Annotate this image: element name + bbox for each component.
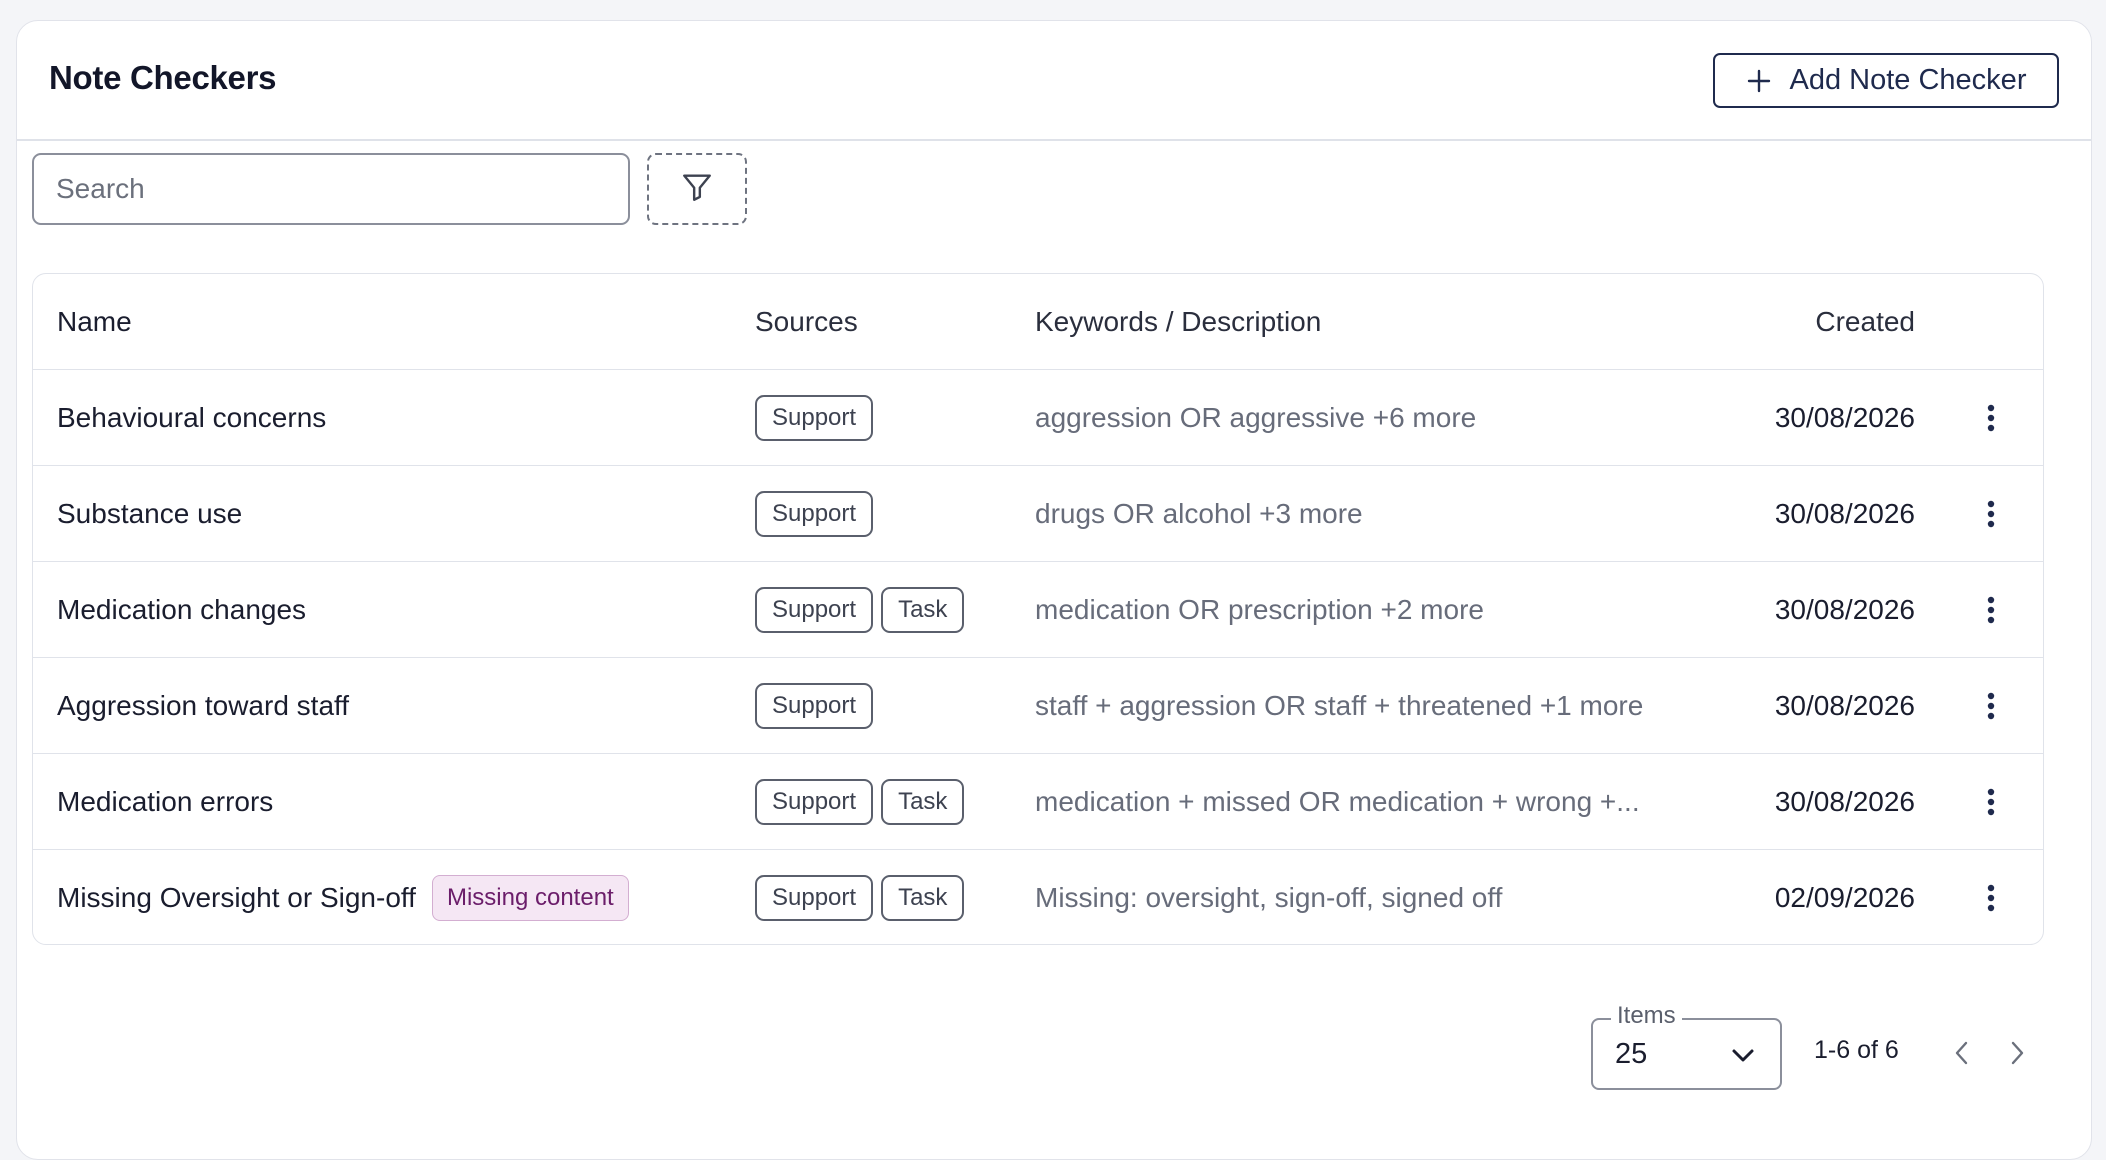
chevron-down-icon [1728, 1040, 1758, 1075]
row-menu-button[interactable] [1971, 562, 2011, 657]
table-row[interactable]: Medication changes Support Task medicati… [33, 562, 2043, 658]
source-chip: Support [755, 778, 874, 825]
row-created-date: 30/08/2026 [1774, 401, 1915, 433]
column-header-sources[interactable]: Sources [755, 274, 858, 369]
row-name: Medication errors [57, 754, 273, 849]
source-chip: Task [881, 875, 965, 921]
items-per-page-select[interactable]: Items 25 [1591, 1002, 1782, 1090]
row-created-date: 02/09/2026 [1774, 882, 1915, 913]
row-name: Missing Oversight or Sign-off Missing co… [57, 850, 629, 944]
search-input[interactable] [32, 153, 630, 225]
row-sources: Support Task [755, 754, 965, 849]
column-header-created[interactable]: Created [1815, 274, 1915, 369]
row-menu-button[interactable] [1971, 754, 2011, 849]
table-row[interactable]: Behavioural concerns Support aggression … [33, 370, 2043, 466]
row-created-date: 30/08/2026 [1774, 497, 1915, 529]
table-row[interactable]: Medication errors Support Task medicatio… [33, 754, 2043, 850]
source-chip: Support [755, 394, 874, 441]
row-menu-button[interactable] [1971, 658, 2011, 753]
row-created-date: 30/08/2026 [1774, 785, 1915, 817]
row-created-date: 30/08/2026 [1774, 689, 1915, 721]
chevron-left-icon [1955, 1041, 1968, 1065]
row-name-text: Medication errors [57, 785, 274, 817]
row-name: Medication changes [57, 562, 306, 657]
row-sources: Support [755, 658, 874, 753]
row-sources: Support [755, 466, 874, 561]
kebab-menu-icon [1987, 596, 1995, 623]
row-created-date: 30/08/2026 [1774, 593, 1915, 625]
row-sources: Support [755, 370, 874, 465]
page-title: Note Checkers [49, 59, 277, 96]
note-checkers-table: Name Sources Keywords / Description Crea… [32, 273, 2044, 945]
column-header-name[interactable]: Name [57, 274, 132, 369]
filter-icon [680, 170, 714, 209]
column-header-keywords[interactable]: Keywords / Description [1035, 274, 1321, 369]
row-keywords: medication + missed OR medication + wron… [1035, 785, 1640, 817]
items-per-page-label: Items [1611, 1002, 1682, 1030]
add-note-checker-label: Add Note Checker [1789, 64, 2027, 96]
row-name-text: Aggression toward staff [57, 689, 350, 721]
chevron-right-icon [2011, 1041, 2024, 1065]
row-keywords: drugs OR alcohol +3 more [1035, 497, 1363, 529]
row-sources: Support Task [755, 562, 965, 657]
filter-button[interactable] [647, 153, 747, 225]
source-chip: Task [881, 586, 965, 633]
row-name-text: Substance use [57, 497, 243, 529]
row-keywords: staff + aggression OR staff + threatened… [1035, 689, 1644, 721]
row-name-text: Behavioural concerns [57, 401, 327, 433]
kebab-menu-icon [1987, 500, 1995, 527]
next-page-button[interactable] [2003, 1036, 2031, 1070]
kebab-menu-icon [1987, 404, 1995, 431]
source-chip: Support [755, 586, 874, 633]
table-header-row: Name Sources Keywords / Description Crea… [33, 274, 2043, 370]
missing-content-badge: Missing content [431, 875, 629, 921]
kebab-menu-icon [1987, 692, 1995, 719]
table-row[interactable]: Missing Oversight or Sign-off Missing co… [33, 850, 2043, 944]
row-name: Behavioural concerns [57, 370, 326, 465]
plus-icon [1746, 68, 1772, 94]
previous-page-button[interactable] [1948, 1036, 1976, 1070]
kebab-menu-icon [1987, 884, 1995, 912]
add-note-checker-button[interactable]: Add Note Checker [1713, 53, 2059, 108]
row-menu-button[interactable] [1971, 850, 2011, 944]
row-name-text: Missing Oversight or Sign-off [57, 882, 416, 913]
source-chip: Support [755, 875, 874, 921]
items-per-page-value: 25 [1615, 1038, 1648, 1070]
row-name: Substance use [57, 466, 242, 561]
source-chip: Task [881, 778, 965, 825]
row-name: Aggression toward staff [57, 658, 349, 753]
kebab-menu-icon [1987, 788, 1995, 815]
row-sources: Support Task [755, 850, 965, 944]
row-keywords: Missing: oversight, sign-off, signed off [1035, 882, 1503, 913]
card-header: Note Checkers Add Note Checker [17, 21, 2091, 141]
table-row[interactable]: Aggression toward staff Support staff + … [33, 658, 2043, 754]
row-keywords: medication OR prescription +2 more [1035, 593, 1484, 625]
row-keywords: aggression OR aggressive +6 more [1035, 401, 1477, 433]
source-chip: Support [755, 490, 874, 537]
row-menu-button[interactable] [1971, 370, 2011, 465]
source-chip: Support [755, 682, 874, 729]
row-menu-button[interactable] [1971, 466, 2011, 561]
pagination-range: 1-6 of 6 [1814, 1036, 1899, 1064]
row-name-text: Medication changes [57, 593, 307, 625]
table-row[interactable]: Substance use Support drugs OR alcohol +… [33, 466, 2043, 562]
